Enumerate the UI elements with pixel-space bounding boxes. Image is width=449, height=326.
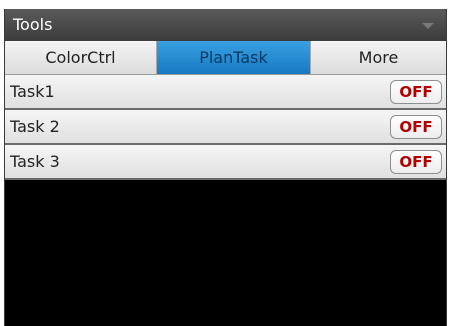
tab-more[interactable]: More [311, 41, 446, 74]
task-row-1: Task1 OFF [5, 75, 446, 110]
task-list: Task1 OFF Task 2 OFF Task 3 OFF [5, 75, 446, 180]
panel-titlebar[interactable]: Tools [5, 9, 446, 41]
tab-colorctrl[interactable]: ColorCtrl [5, 41, 157, 74]
task-label: Task1 [10, 82, 55, 101]
task-row-2: Task 2 OFF [5, 110, 446, 145]
task-label: Task 3 [10, 152, 60, 171]
task-row-3: Task 3 OFF [5, 145, 446, 180]
task-toggle-button[interactable]: OFF [390, 115, 442, 139]
tab-plantask[interactable]: PlanTask [157, 41, 311, 74]
panel-title: Tools [13, 15, 53, 34]
chevron-down-icon[interactable] [422, 23, 434, 29]
task-toggle-button[interactable]: OFF [390, 150, 442, 174]
task-toggle-button[interactable]: OFF [390, 80, 442, 104]
task-label: Task 2 [10, 117, 60, 136]
tab-bar: ColorCtrl PlanTask More [5, 41, 446, 75]
tools-panel: Tools ColorCtrl PlanTask More Task1 OFF … [4, 9, 447, 326]
